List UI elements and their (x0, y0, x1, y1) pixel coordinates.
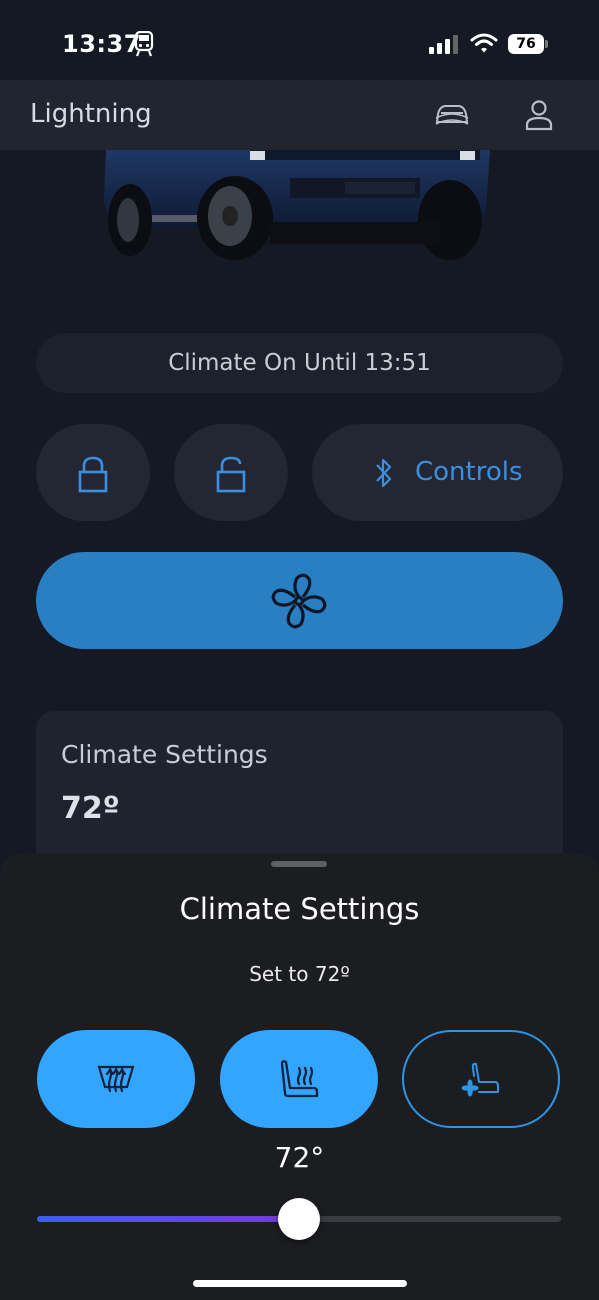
controls-label: Controls (415, 457, 523, 487)
sheet-title: Climate Settings (179, 892, 420, 926)
fan-icon (271, 573, 327, 629)
climate-status: Climate On Until 13:51 (36, 333, 563, 393)
lock-icon (78, 456, 108, 493)
battery-indicator: 76 (508, 34, 544, 54)
status-time: 13:37 (62, 30, 141, 58)
home-indicator (193, 1280, 407, 1287)
train-icon (134, 31, 154, 57)
temperature-value: 72° (274, 1141, 325, 1174)
temperature-slider-fill (37, 1216, 299, 1222)
rear-defrost-icon (97, 1065, 135, 1093)
ventilated-seat-icon (461, 1062, 499, 1097)
vehicle-switch-icon[interactable] (434, 100, 470, 130)
vehicle-name: Lightning (30, 99, 152, 129)
unlock-icon (216, 456, 246, 493)
cellular-signal-icon (429, 35, 458, 54)
account-icon[interactable] (524, 99, 554, 131)
card-temperature: 72º (61, 791, 120, 826)
temperature-slider-thumb[interactable] (278, 1198, 320, 1240)
card-title: Climate Settings (61, 740, 268, 769)
battery-tip (545, 40, 548, 48)
wifi-icon (470, 33, 498, 53)
vehicle-image (104, 150, 490, 260)
sheet-subtitle: Set to 72º (249, 962, 350, 986)
sheet-drag-handle[interactable] (271, 861, 327, 867)
heated-seat-icon (280, 1060, 319, 1098)
bluetooth-icon (376, 458, 392, 488)
